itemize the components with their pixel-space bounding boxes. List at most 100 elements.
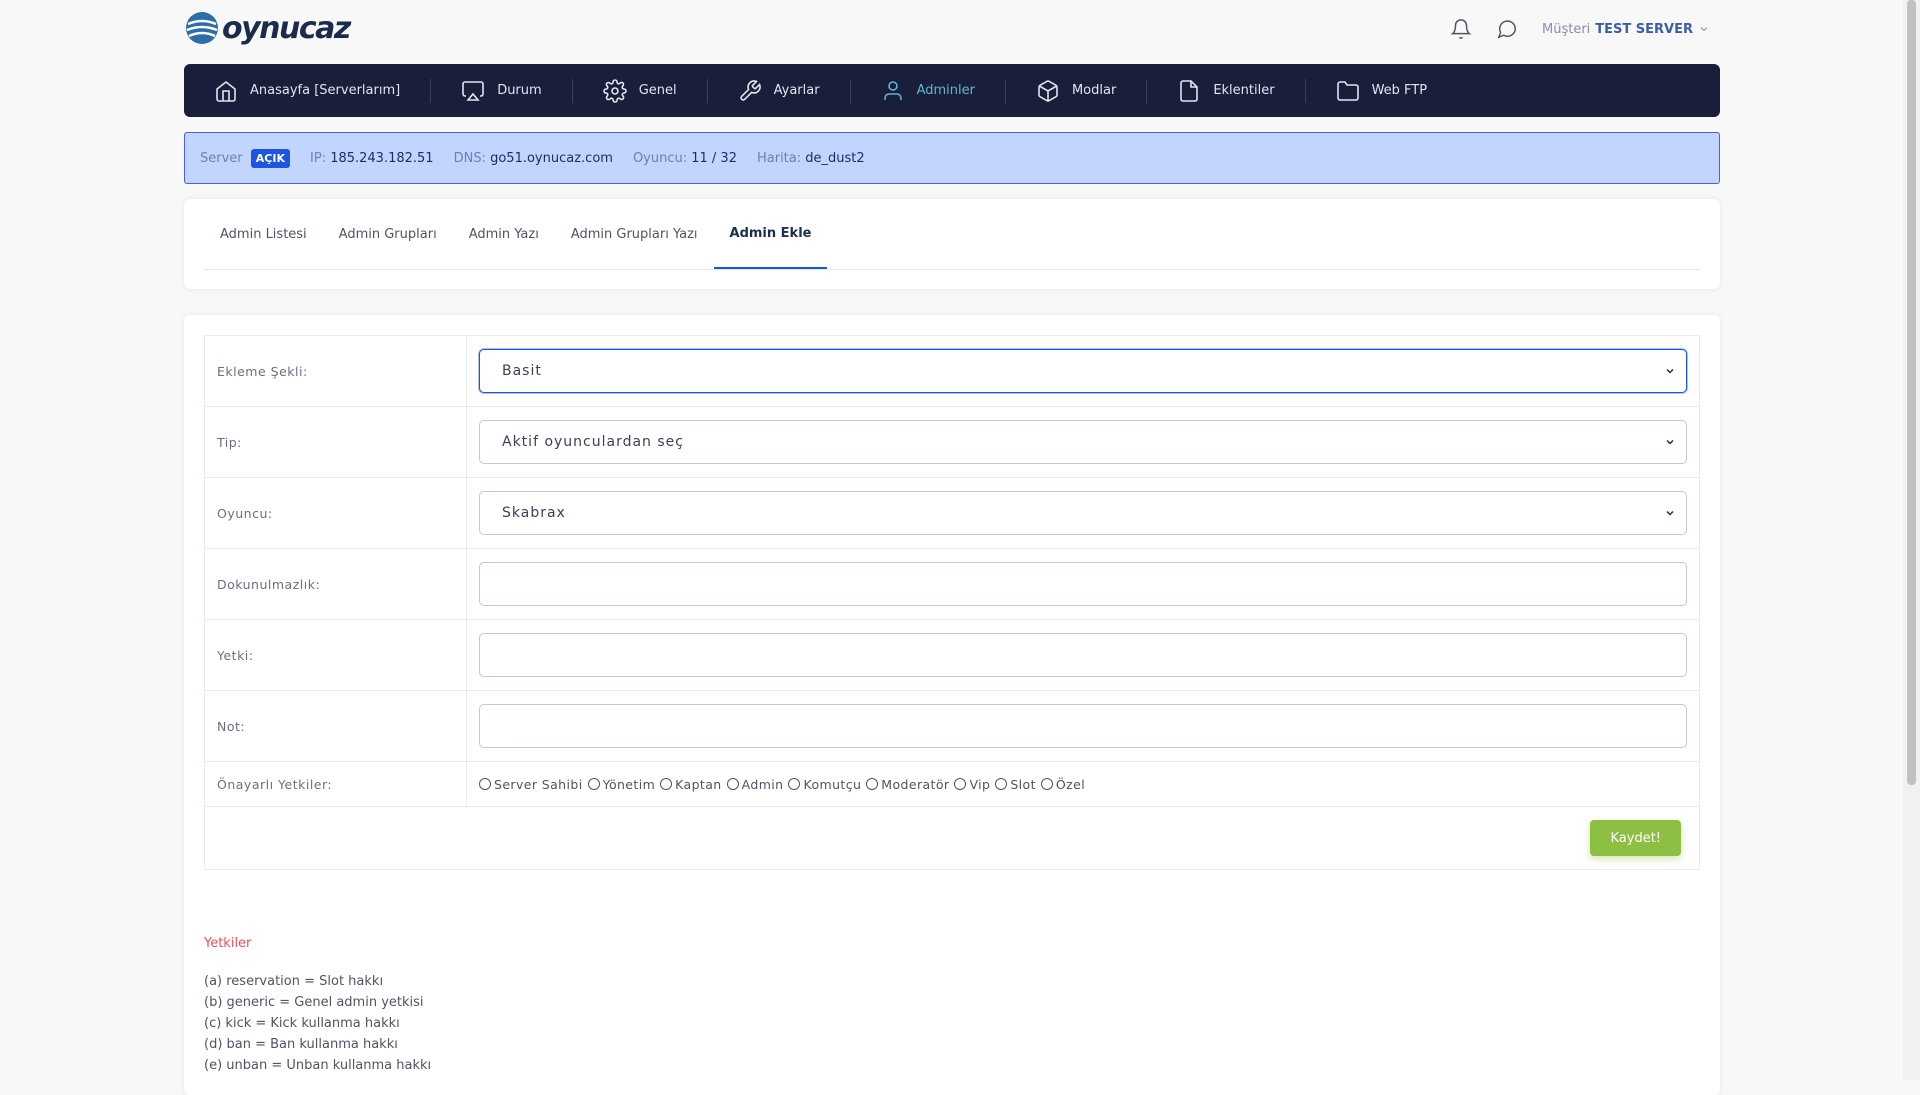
radio-label: Vip: [969, 776, 991, 792]
dns-value: go51.oynucaz.com: [490, 150, 613, 166]
nav-divider: [1304, 78, 1306, 103]
players-label: Oyuncu:: [632, 150, 688, 166]
radio-circle[interactable]: [866, 778, 879, 790]
method-label: Ekleme Şekli:: [205, 336, 467, 406]
nav-divider: [571, 78, 573, 103]
nav-divider: [706, 78, 708, 103]
type-selected-value: Aktif oyunculardan seç: [502, 434, 684, 450]
chat-icon[interactable]: [1496, 18, 1518, 40]
radio-circle[interactable]: [995, 778, 1008, 790]
preset-radio-group: Server Sahibi Yönetim Kaptan Admin Komut…: [479, 777, 1085, 792]
map-label: Harita:: [756, 150, 802, 166]
file-icon: [1177, 79, 1201, 103]
method-select[interactable]: Basit: [479, 349, 1687, 393]
chevron-down-icon: [1666, 439, 1674, 445]
server-players: Oyuncu: 11 / 32: [633, 151, 737, 166]
radio-circle[interactable]: [660, 778, 673, 790]
tab-admin-groups[interactable]: Admin Grupları: [323, 199, 453, 269]
player-label: Oyuncu:: [205, 478, 467, 548]
note-input[interactable]: [479, 704, 1687, 748]
form-actions: Kaydet!: [205, 807, 1699, 869]
preset-radio-moderator[interactable]: Moderatör: [866, 777, 949, 792]
add-admin-form-card: Ekleme Şekli: Basit Tip: Aktif oyuncular…: [184, 315, 1720, 1095]
admin-tabs-card: Admin Listesi Admin Grupları Admin Yazı …: [184, 199, 1720, 289]
nav-divider: [1004, 78, 1006, 103]
nav-item-home[interactable]: Anasayfa [Serverlarım]: [214, 64, 400, 117]
server-status: Server AÇIK: [200, 148, 290, 168]
page-scrollbar[interactable]: [1903, 0, 1920, 1080]
user-menu[interactable]: Müşteri TEST SERVER: [1542, 22, 1710, 37]
server-map: Harita: de_dust2: [757, 151, 865, 166]
scrollbar-thumb[interactable]: [1907, 0, 1916, 785]
nav-label: Web FTP: [1371, 83, 1428, 98]
nav-item-settings[interactable]: Ayarlar: [738, 64, 820, 117]
preset-radio-admin[interactable]: Admin: [726, 777, 784, 792]
preset-radio-management[interactable]: Yönetim: [587, 777, 656, 792]
flags-input[interactable]: [479, 633, 1687, 677]
home-icon: [214, 79, 238, 103]
preset-radio-server-owner[interactable]: Server Sahibi: [479, 777, 583, 792]
radio-circle[interactable]: [954, 778, 967, 790]
chevron-down-icon: [1666, 510, 1674, 516]
flags-label: Yetki:: [205, 620, 467, 690]
preset-radio-slot[interactable]: Slot: [995, 777, 1036, 792]
radio-label: Slot: [1010, 776, 1036, 792]
permissions-title: Yetkiler: [204, 936, 252, 951]
tab-admin-list[interactable]: Admin Listesi: [204, 199, 323, 269]
package-icon: [1036, 79, 1060, 103]
logo[interactable]: oynucaz: [184, 10, 351, 46]
player-selected-value: Skabrax: [502, 505, 566, 521]
server-dns: DNS: go51.oynucaz.com: [454, 151, 613, 166]
radio-circle[interactable]: [788, 778, 801, 790]
customer-name: TEST SERVER: [1595, 21, 1693, 37]
customer-label: Müşteri: [1542, 21, 1591, 37]
preset-label: Önayarlı Yetkiler:: [205, 762, 467, 806]
nav-label: Genel: [638, 83, 677, 98]
bell-icon[interactable]: [1450, 18, 1472, 40]
method-selected-value: Basit: [502, 363, 542, 379]
nav-item-admins[interactable]: Adminler: [881, 64, 975, 117]
tab-admin-groups-text[interactable]: Admin Grupları Yazı: [555, 199, 714, 269]
map-value: de_dust2: [805, 150, 865, 166]
permission-item: (d) ban = Ban kullanma hakkı: [204, 1037, 398, 1052]
form-row-presets: Önayarlı Yetkiler: Server Sahibi Yönetim…: [205, 762, 1699, 807]
ip-value: 185.243.182.51: [330, 150, 434, 166]
type-select[interactable]: Aktif oyunculardan seç: [479, 420, 1687, 464]
permission-item: (c) kick = Kick kullanma hakkı: [204, 1016, 400, 1031]
tab-admin-text[interactable]: Admin Yazı: [453, 199, 555, 269]
radio-circle[interactable]: [726, 778, 739, 790]
form-row-note: Not:: [205, 691, 1699, 762]
form-row-method: Ekleme Şekli: Basit: [205, 336, 1699, 407]
folder-icon: [1336, 79, 1360, 103]
top-bar: oynucaz Müşteri TEST SERVER: [184, 0, 1720, 64]
radio-label: Server Sahibi: [494, 776, 583, 792]
preset-radio-custom[interactable]: Özel: [1040, 776, 1086, 792]
nav-divider: [849, 78, 851, 103]
preset-radio-commander[interactable]: Komutçu: [788, 777, 861, 792]
radio-circle[interactable]: [479, 778, 491, 790]
radio-label: Özel: [1055, 776, 1086, 792]
type-label: Tip:: [205, 407, 467, 477]
nav-label: Eklentiler: [1213, 83, 1275, 98]
user-icon: [881, 79, 905, 103]
save-button[interactable]: Kaydet!: [1590, 820, 1681, 856]
radio-circle[interactable]: [587, 778, 600, 790]
tab-add-admin[interactable]: Admin Ekle: [713, 199, 828, 269]
note-label: Not:: [205, 691, 467, 761]
nav-item-general[interactable]: Genel: [602, 64, 677, 117]
ip-label: IP:: [309, 150, 327, 166]
nav-item-status[interactable]: Durum: [461, 64, 542, 117]
nav-item-mods[interactable]: Modlar: [1036, 64, 1116, 117]
form-row-flags: Yetki:: [205, 620, 1699, 691]
form-row-immunity: Dokunulmazlık:: [205, 549, 1699, 620]
nav-item-plugins[interactable]: Eklentiler: [1177, 64, 1275, 117]
radio-circle[interactable]: [1040, 778, 1053, 790]
brand-name: oynucaz: [222, 10, 351, 46]
preset-radio-captain[interactable]: Kaptan: [660, 777, 721, 792]
monitor-icon: [461, 79, 485, 103]
preset-radio-vip[interactable]: Vip: [954, 777, 990, 792]
nav-item-web-ftp[interactable]: Web FTP: [1336, 64, 1428, 117]
immunity-input[interactable]: [479, 562, 1687, 606]
player-select[interactable]: Skabrax: [479, 491, 1687, 535]
wrench-icon: [738, 79, 762, 103]
